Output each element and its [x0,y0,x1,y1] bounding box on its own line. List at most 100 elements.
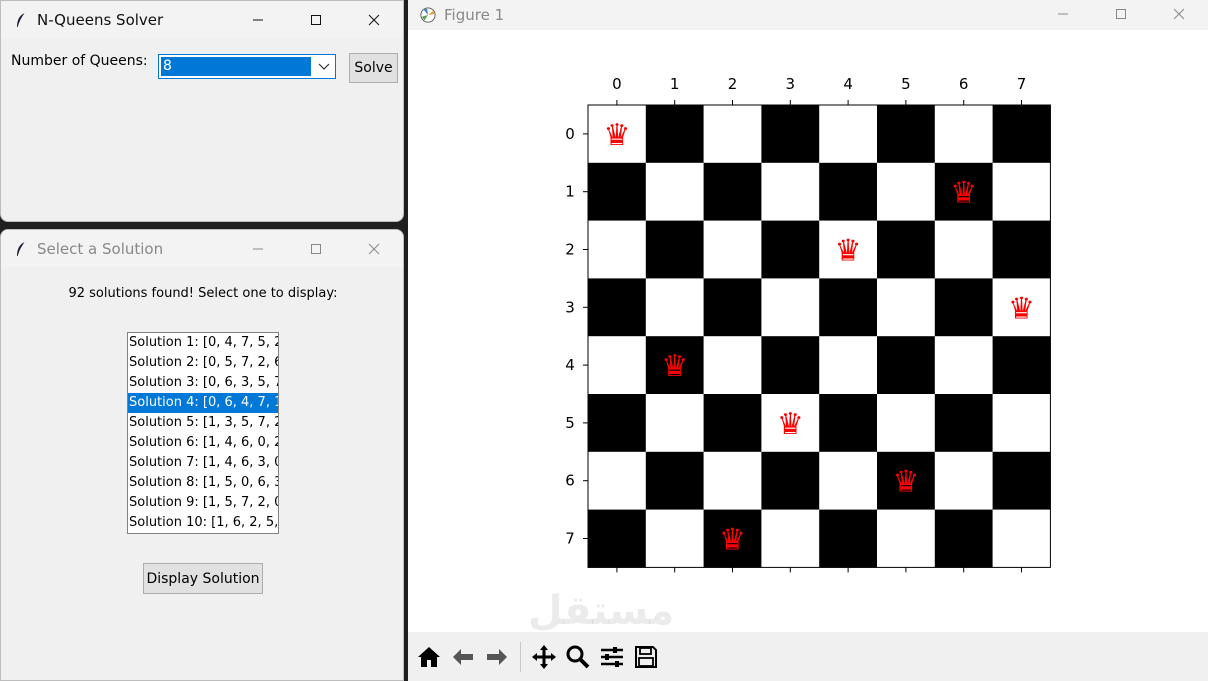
select-titlebar[interactable]: Select a Solution [1,230,403,267]
minimize-button[interactable] [229,230,287,267]
minimize-button[interactable] [1034,0,1092,28]
column-tick-label: 3 [786,75,796,93]
board-square [992,509,1051,568]
board-square [588,336,647,395]
row-tick-label: 0 [565,125,575,143]
zoom-icon [566,645,590,668]
board-square [934,105,993,164]
solution-list-item[interactable]: Solution 1: [0, 4, 7, 5, 2, [128,333,278,353]
save-button[interactable] [629,640,663,674]
solution-list-item[interactable]: Solution 2: [0, 5, 7, 2, 6, [128,353,278,373]
board-square [761,509,820,568]
configure-button[interactable] [595,640,629,674]
board-square [934,278,993,337]
home-button[interactable] [412,640,446,674]
solution-list-item[interactable]: Solution 10: [1, 6, 2, 5, 7 [128,513,278,533]
board-square [934,451,993,510]
home-icon [418,646,440,667]
board-square [703,105,762,164]
close-button[interactable] [1150,0,1208,28]
board-square [934,220,993,279]
column-tick-label: 4 [843,75,853,93]
board-square [992,105,1051,164]
board-square [588,394,647,453]
board-square [819,105,878,164]
queens-combobox-value[interactable]: 8 [161,57,311,76]
board-square [819,451,878,510]
forward-button[interactable] [480,640,514,674]
chevron-down-icon [318,63,330,70]
solution-list-item[interactable]: Solution 6: [1, 4, 6, 0, 2, [128,433,278,453]
row-tick-label: 1 [565,183,575,201]
figure-titlebar[interactable]: Figure 1 [408,0,1208,30]
forward-icon [487,648,507,665]
minimize-button[interactable] [229,1,287,38]
maximize-button[interactable] [287,230,345,267]
queen-piece: ♛ [777,407,804,442]
board-square [703,162,762,221]
row-tick-label: 3 [565,298,575,316]
board-square [645,451,704,510]
row-tick-label: 4 [565,356,575,374]
close-icon [1173,8,1185,20]
board-square [645,394,704,453]
solution-list-item[interactable]: Solution 4: [0, 6, 4, 7, 1, [128,393,278,413]
board-square [588,509,647,568]
board-square [703,336,762,395]
figure-canvas[interactable]: 0 0 1 1 2 2 3 3 4 4 5 5 6 6 7 7 ♛ ♛ ♛ ♛ ♛ ♛ ♛ ♛ [408,30,1208,632]
pan-button[interactable] [527,640,561,674]
display-solution-button[interactable]: Display Solution [143,563,263,594]
board-square [588,162,647,221]
close-button[interactable] [345,230,403,267]
board-square [645,105,704,164]
close-button[interactable] [345,1,403,38]
row-tick-label: 7 [565,530,575,548]
combobox-dropdown-button[interactable] [313,55,335,78]
column-tick-label: 5 [901,75,911,93]
zoom-button[interactable] [561,640,595,674]
board-square [761,336,820,395]
board-square [645,162,704,221]
back-button[interactable] [446,640,480,674]
solution-list-item[interactable]: Solution 3: [0, 6, 3, 5, 7, [128,373,278,393]
solution-list-item[interactable]: Solution 5: [1, 3, 5, 7, 2, [128,413,278,433]
solver-title: N-Queens Solver [37,10,164,29]
board-square [588,278,647,337]
solutions-listbox[interactable]: Solution 1: [0, 4, 7, 5, 2, Solution 2: [… [127,332,279,534]
maximize-button[interactable] [287,1,345,38]
board-square [703,394,762,453]
queen-piece: ♛ [892,465,919,500]
solution-list-item[interactable]: Solution 9: [1, 5, 7, 2, 0, [128,493,278,513]
board-square [934,394,993,453]
minimize-icon [253,248,263,249]
board-square [992,451,1051,510]
solution-list-item[interactable]: Solution 8: [1, 5, 0, 6, 3, [128,473,278,493]
board-square [877,162,936,221]
maximize-button[interactable] [1092,0,1150,28]
board-square [992,220,1051,279]
queens-combobox[interactable]: 8 [158,54,336,79]
queen-piece: ♛ [719,523,746,558]
board-square [761,162,820,221]
board-square [934,336,993,395]
board-square [877,278,936,337]
solver-titlebar[interactable]: N-Queens Solver [1,1,403,38]
solve-button[interactable]: Solve [349,53,398,83]
solution-list-item[interactable]: Solution 7: [1, 4, 6, 3, 0, [128,453,278,473]
board-square [761,451,820,510]
feather-icon [13,12,29,28]
toolbar-separator [520,641,521,672]
board-square [703,451,762,510]
board-square [877,336,936,395]
board-square [588,451,647,510]
watermark-logo: مستقل [528,588,675,634]
queen-piece: ♛ [950,176,977,211]
board-square [992,394,1051,453]
board-square [877,105,936,164]
maximize-icon [311,243,321,254]
column-tick-label: 0 [612,75,622,93]
back-icon [453,648,473,665]
minimize-icon [253,19,263,20]
board-square [645,509,704,568]
board-square [877,220,936,279]
